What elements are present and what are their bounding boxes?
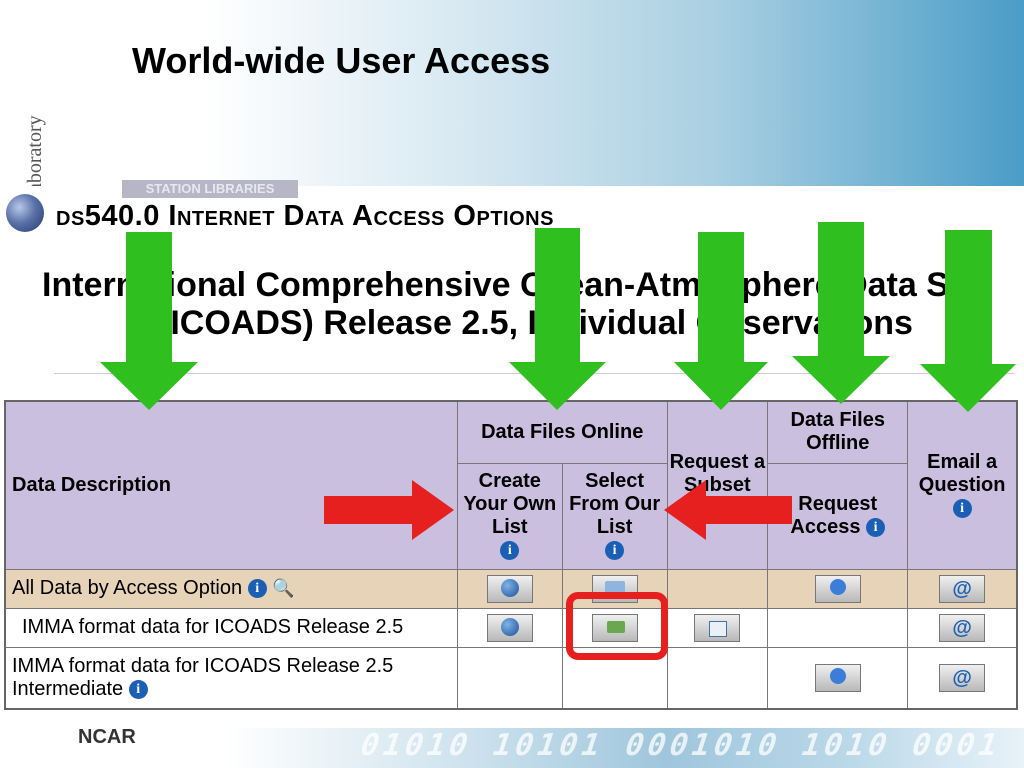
red-arrow-right <box>324 480 454 540</box>
green-arrow-down <box>100 232 198 410</box>
green-arrows <box>100 222 1016 412</box>
red-arrows <box>324 480 792 540</box>
red-arrow-left <box>664 480 792 540</box>
footer-binary-decoration: 01010 10101 0001010 1010 000101 <box>355 728 1007 763</box>
green-arrow-down <box>509 228 606 410</box>
highlight-box <box>566 592 668 660</box>
green-arrow-down <box>920 230 1016 412</box>
green-arrow-down <box>674 232 768 410</box>
green-arrow-down <box>792 222 890 404</box>
footer-label: NCAR <box>78 726 136 748</box>
annotation-arrows <box>100 222 1016 540</box>
